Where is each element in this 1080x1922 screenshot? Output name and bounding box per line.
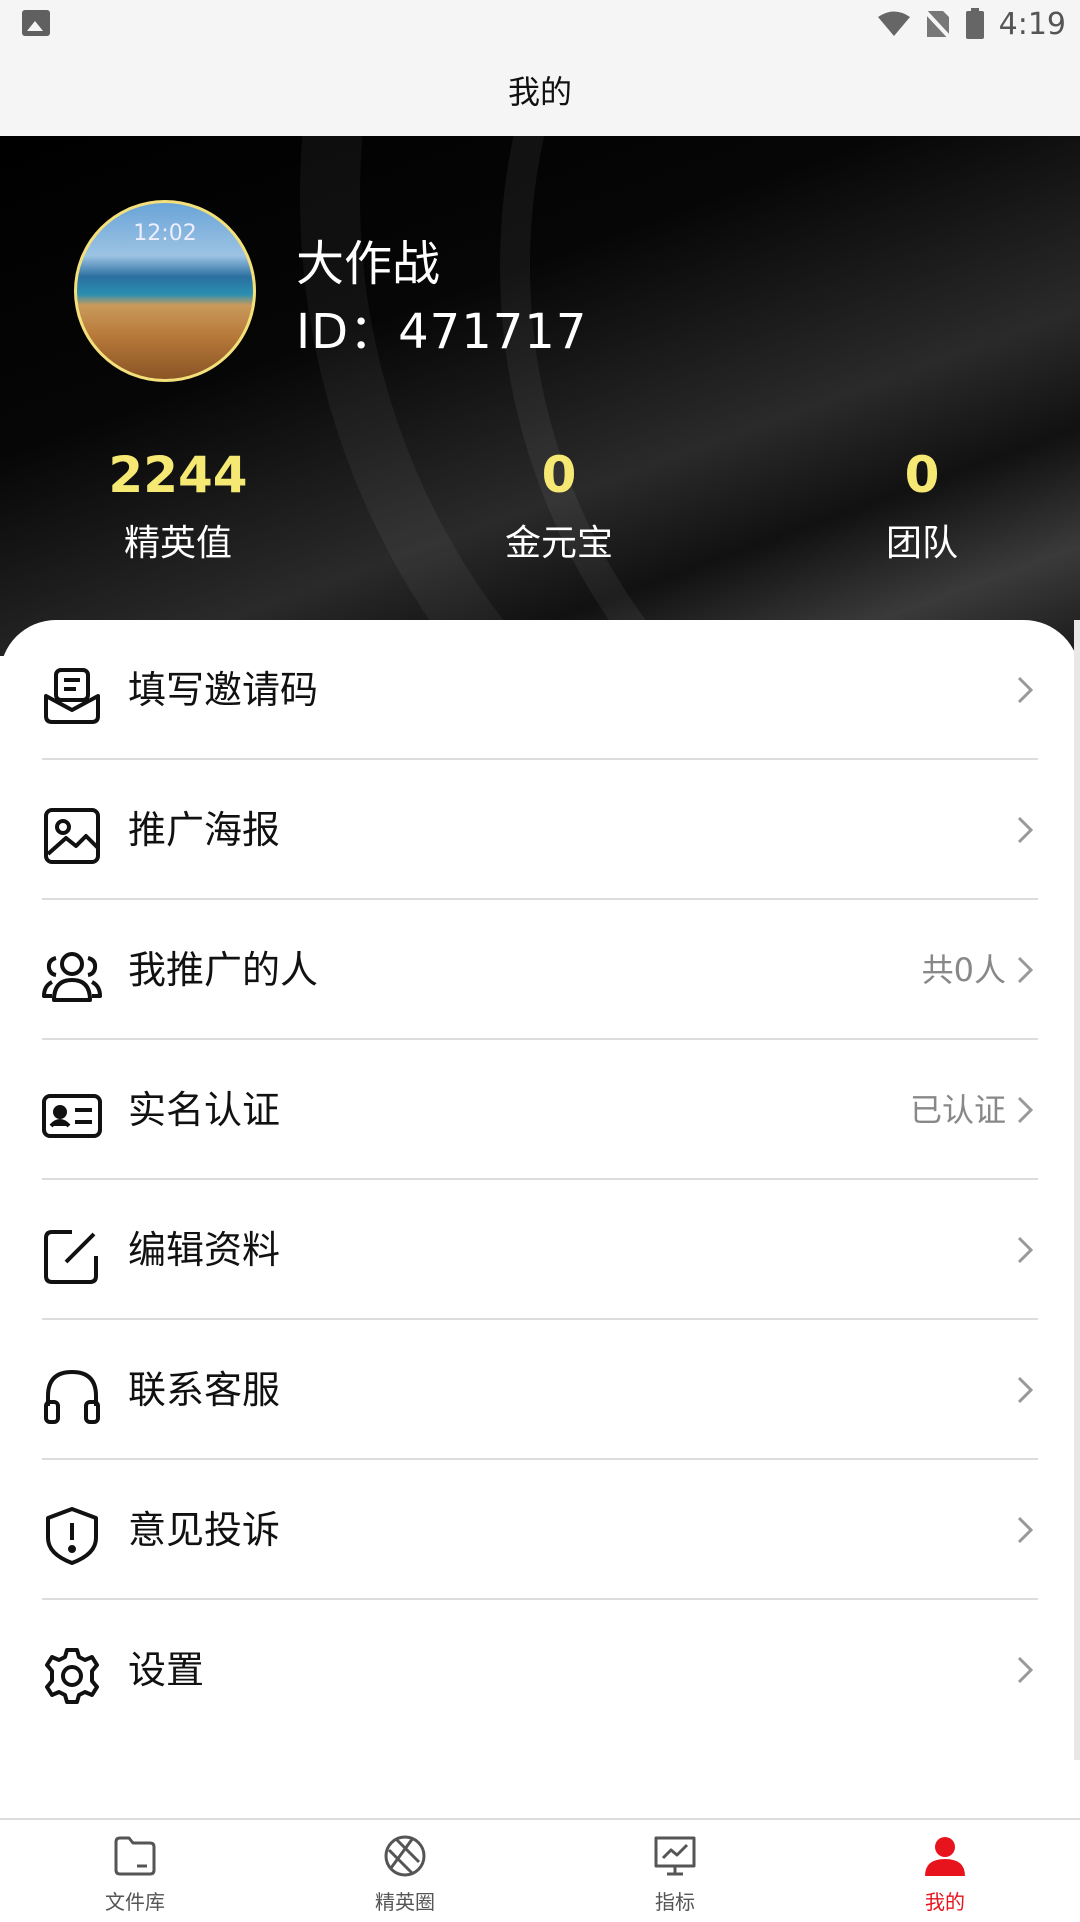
menu-item-complaint[interactable]: 意见投诉 <box>0 1460 1080 1600</box>
aperture-icon <box>384 1835 426 1877</box>
chevron-right-icon <box>1017 1516 1034 1544</box>
stat-elite-value[interactable]: 2244 精英值 <box>58 446 298 566</box>
folder-icon <box>114 1836 156 1876</box>
chevron-right-icon <box>1017 816 1034 844</box>
menu-item-my-referrals[interactable]: 我推广的人 共0人 <box>0 900 1080 1040</box>
status-time: 4:19 <box>998 6 1066 42</box>
nav-tab-mine[interactable]: 我的 <box>810 1820 1080 1922</box>
users-icon <box>42 952 102 1002</box>
chevron-right-icon <box>1017 956 1034 984</box>
menu-item-label: 我推广的人 <box>128 948 319 992</box>
menu-card: 填写邀请码 推广海报 我推广的人 共0人 实名认证 已认证 编辑资料 联系客服 … <box>0 620 1080 1820</box>
edit-icon <box>44 1230 98 1284</box>
menu-item-real-name-verification[interactable]: 实名认证 已认证 <box>0 1040 1080 1180</box>
gear-icon <box>45 1648 99 1704</box>
menu-item-settings[interactable]: 设置 <box>0 1600 1080 1740</box>
page-title: 我的 <box>0 48 1080 136</box>
no-sim-icon <box>924 9 951 39</box>
nav-label: 精英圈 <box>375 1890 435 1914</box>
poster-icon <box>44 808 100 864</box>
nav-tab-elite-circle[interactable]: 精英圈 <box>270 1820 540 1922</box>
menu-item-label: 填写邀请码 <box>128 668 319 712</box>
menu-item-customer-service[interactable]: 联系客服 <box>0 1320 1080 1460</box>
menu-item-edit-profile[interactable]: 编辑资料 <box>0 1180 1080 1320</box>
scrollbar[interactable] <box>1074 620 1080 1760</box>
status-bar: 4:19 <box>0 0 1080 48</box>
chevron-right-icon <box>1017 676 1034 704</box>
menu-item-label: 联系客服 <box>128 1368 281 1412</box>
menu-item-invite-code[interactable]: 填写邀请码 <box>0 620 1080 760</box>
nav-label: 指标 <box>655 1890 695 1914</box>
profile-header: 12:02 大作战 ID：471717 2244 精英值 0 金元宝 0 团队 <box>0 136 1080 656</box>
user-id: ID：471717 <box>296 304 588 360</box>
menu-item-label: 实名认证 <box>128 1088 281 1132</box>
chevron-right-icon <box>1017 1236 1034 1264</box>
menu-item-label: 编辑资料 <box>128 1228 281 1272</box>
avatar[interactable]: 12:02 <box>74 200 256 382</box>
stat-label: 金元宝 <box>504 523 613 564</box>
menu-item-label: 推广海报 <box>128 808 281 852</box>
chevron-right-icon <box>1017 1656 1034 1684</box>
person-icon <box>925 1837 965 1876</box>
nav-label: 文件库 <box>105 1890 165 1914</box>
battery-icon <box>965 8 984 39</box>
wifi-icon <box>877 11 910 36</box>
stat-label: 团队 <box>885 523 958 564</box>
menu-item-label: 设置 <box>128 1648 205 1692</box>
menu-item-poster[interactable]: 推广海报 <box>0 760 1080 900</box>
chart-board-icon <box>654 1836 696 1876</box>
nav-tab-indicators[interactable]: 指标 <box>540 1820 810 1922</box>
username: 大作战 <box>296 236 441 292</box>
status-icons: 4:19 <box>877 6 1066 42</box>
menu-item-value: 共0人 <box>921 951 1006 989</box>
nav-label: 我的 <box>925 1890 965 1914</box>
avatar-clock-text: 12:02 <box>133 221 197 246</box>
stat-label: 精英值 <box>123 523 232 564</box>
stat-value: 0 <box>541 446 577 504</box>
bottom-navigation: 文件库 精英圈 指标 我的 <box>0 1818 1080 1922</box>
headphones-icon <box>44 1370 100 1424</box>
complaint-shield-icon <box>46 1507 98 1565</box>
invite-code-icon <box>44 668 100 724</box>
chevron-right-icon <box>1017 1376 1034 1404</box>
menu-item-value: 已认证 <box>909 1091 1006 1129</box>
stat-value: 2244 <box>108 446 248 504</box>
stat-team[interactable]: 0 团队 <box>802 446 1042 566</box>
image-notification-icon <box>22 10 50 36</box>
stat-gold-ingot[interactable]: 0 金元宝 <box>439 446 679 566</box>
chevron-right-icon <box>1017 1096 1034 1124</box>
nav-tab-file-library[interactable]: 文件库 <box>0 1820 270 1922</box>
menu-item-label: 意见投诉 <box>128 1508 281 1552</box>
id-card-icon <box>42 1094 102 1138</box>
stat-value: 0 <box>904 446 940 504</box>
